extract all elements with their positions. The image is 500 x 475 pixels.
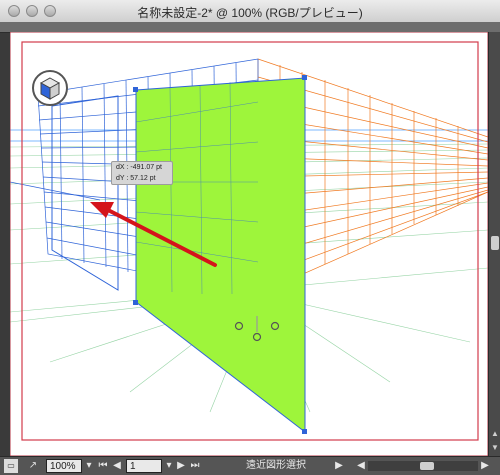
scroll-right-icon[interactable]: ▶ xyxy=(480,459,490,473)
scroll-down-icon[interactable]: ▼ xyxy=(489,442,500,454)
horizontal-scrollbar-thumb[interactable] xyxy=(420,462,434,470)
zoom-dropdown-icon[interactable]: ▾ xyxy=(84,459,94,473)
document-canvas[interactable]: dX : -491.07 pt dY : 57.12 pt xyxy=(10,32,488,456)
current-tool-label: 遠近図形選択 xyxy=(246,460,306,471)
move-delta-tooltip: dX : -491.07 pt dY : 57.12 pt xyxy=(111,161,173,185)
tooltip-dx: dX : -491.07 pt xyxy=(116,164,162,171)
status-bar: ▭ ↗ 100% ▾ ⏮ ◀ 1 ▾ ▶ ⏭ 遠近図形選択 ▶ ◀ ▶ xyxy=(0,456,500,475)
artboard-number-field[interactable]: 1 xyxy=(126,459,162,473)
window-title: 名称未設定-2* @ 100% (RGB/プレビュー) xyxy=(137,6,363,20)
previous-artboard-icon[interactable]: ◀ xyxy=(112,459,122,473)
scroll-left-icon[interactable]: ◀ xyxy=(356,459,366,473)
tooltip-dy: dY : 57.12 pt xyxy=(116,175,156,182)
perspective-cube-icon[interactable] xyxy=(32,70,68,106)
window-titlebar: 名称未設定-2* @ 100% (RGB/プレビュー) xyxy=(0,0,500,23)
vertical-scrollbar[interactable]: ▲ ▼ xyxy=(488,32,500,456)
horizontal-scrollbar[interactable] xyxy=(368,461,478,471)
artboard-dropdown-icon[interactable]: ▾ xyxy=(164,459,174,473)
last-artboard-icon[interactable]: ⏭ xyxy=(190,459,200,473)
artboard-navigator-icon[interactable]: ▭ xyxy=(4,459,18,473)
perspective-grid-artwork xyxy=(10,32,488,456)
first-artboard-icon[interactable]: ⏮ xyxy=(98,459,108,473)
next-artboard-icon[interactable]: ▶ xyxy=(176,459,186,473)
scrollbar-thumb[interactable] xyxy=(491,236,499,250)
scroll-up-icon[interactable]: ▲ xyxy=(489,428,500,440)
share-icon[interactable]: ↗ xyxy=(26,459,40,473)
selected-green-plane[interactable] xyxy=(135,77,306,434)
zoom-level-field[interactable]: 100% xyxy=(46,459,82,473)
status-menu-icon[interactable]: ▶ xyxy=(334,459,344,473)
